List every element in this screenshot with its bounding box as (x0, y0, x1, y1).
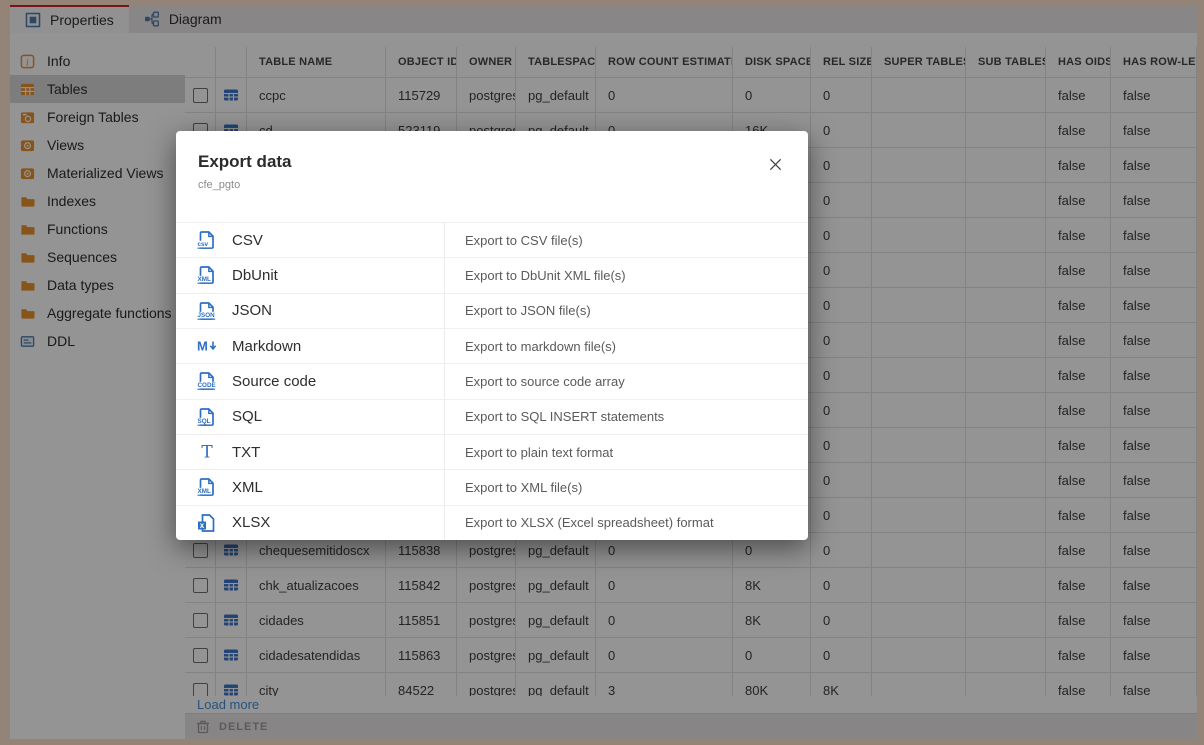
export-format-row[interactable]: CODE Source code Export to source code a… (176, 363, 808, 398)
export-format-label: TXT (232, 443, 261, 461)
export-format-label: Source code (232, 372, 317, 390)
export-format-description: Export to JSON file(s) (465, 303, 591, 319)
export-format-label: DbUnit (232, 266, 278, 284)
close-icon[interactable] (766, 155, 784, 173)
sql-file-icon: SQL (197, 407, 217, 427)
svg-text:csv: csv (198, 241, 209, 248)
markdown-icon: M (197, 336, 217, 356)
source-code-file-icon: CODE (197, 371, 217, 391)
xlsx-file-icon: x (197, 513, 217, 533)
export-format-label: JSON (232, 302, 273, 320)
export-format-row[interactable]: XML DbUnit Export to DbUnit XML file(s) (176, 257, 808, 292)
xml-file-icon: XML (197, 477, 217, 497)
svg-text:T: T (201, 443, 213, 463)
svg-text:XML: XML (198, 277, 211, 284)
txt-icon: T (197, 442, 217, 463)
svg-text:M: M (197, 339, 208, 354)
export-format-row[interactable]: JSON JSON Export to JSON file(s) (176, 292, 808, 328)
export-format-description: Export to plain text format (465, 444, 614, 460)
export-data-dialog: Export data cfe_pgto csv CSV Export to C… (176, 131, 808, 540)
export-format-row[interactable]: T TXT Export to plain text format (176, 433, 808, 469)
svg-text:JSON: JSON (198, 312, 216, 319)
export-format-label: CSV (232, 231, 263, 249)
export-format-row[interactable]: csv CSV Export to CSV file(s) (176, 222, 808, 257)
export-format-description: Export to SQL INSERT statements (465, 409, 665, 425)
svg-text:SQL: SQL (198, 418, 211, 425)
list-divider (444, 222, 445, 540)
export-format-label: Markdown (232, 337, 302, 355)
export-format-label: SQL (232, 408, 263, 426)
export-format-list: csv CSV Export to CSV file(s) XML DbUnit… (176, 222, 808, 540)
export-format-description: Export to CSV file(s) (465, 232, 583, 248)
export-format-description: Export to markdown file(s) (465, 338, 616, 354)
csv-file-icon: csv (197, 230, 217, 250)
svg-text:CODE: CODE (198, 383, 216, 390)
dialog-header: Export data cfe_pgto (176, 131, 808, 191)
export-format-description: Export to XML file(s) (465, 479, 583, 495)
export-format-description: Export to DbUnit XML file(s) (465, 267, 626, 283)
svg-text:x: x (200, 521, 205, 530)
export-format-description: Export to source code array (465, 373, 625, 389)
export-format-row[interactable]: XML XML Export to XML file(s) (176, 469, 808, 504)
export-format-row[interactable]: M Markdown Export to markdown file(s) (176, 327, 808, 363)
dialog-subtitle: cfe_pgto (198, 179, 241, 191)
dialog-title: Export data (198, 152, 292, 171)
export-format-description: Export to XLSX (Excel spreadsheet) forma… (465, 515, 714, 531)
dbunit-file-icon: XML (197, 265, 217, 285)
svg-text:XML: XML (198, 489, 211, 496)
export-format-row[interactable]: x XLSX Export to XLSX (Excel spreadsheet… (176, 504, 808, 540)
export-format-label: XLSX (232, 514, 271, 532)
json-file-icon: JSON (197, 301, 217, 321)
export-format-label: XML (232, 478, 263, 496)
export-format-row[interactable]: SQL SQL Export to SQL INSERT statements (176, 398, 808, 434)
